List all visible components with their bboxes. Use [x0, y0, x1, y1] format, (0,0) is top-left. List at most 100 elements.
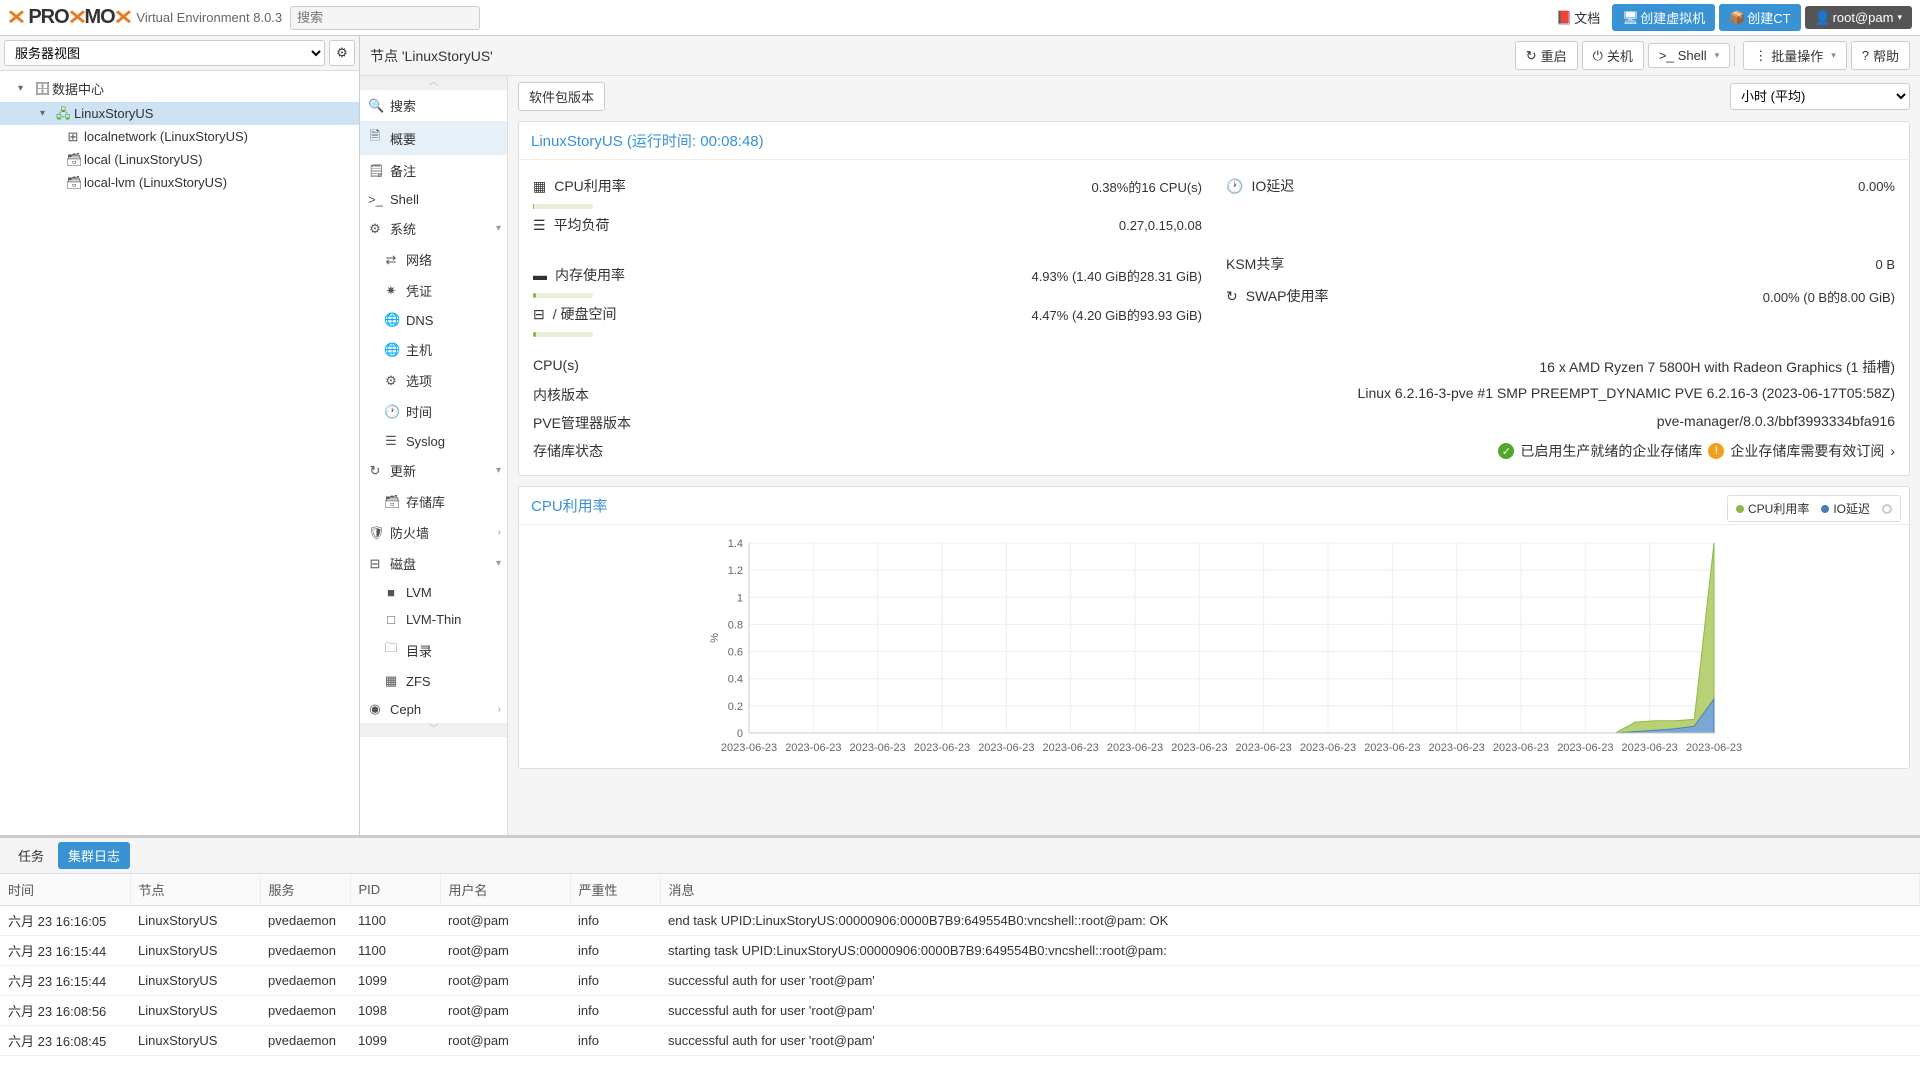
tab-cluster-log[interactable]: 集群日志: [58, 842, 130, 869]
help-button[interactable]: ? 帮助: [1851, 41, 1910, 70]
square-outline-icon: □: [384, 612, 398, 627]
legend-toggle-icon[interactable]: [1882, 504, 1892, 514]
col-sev[interactable]: 严重性: [570, 874, 660, 906]
col-service[interactable]: 服务: [260, 874, 350, 906]
chevron-down-icon: ▾: [1897, 12, 1902, 23]
tree-datacenter[interactable]: ▾ 🗄 数据中心: [0, 75, 359, 102]
help-icon: ?: [1862, 48, 1869, 63]
check-icon: ✓: [1498, 443, 1514, 459]
reboot-button[interactable]: ↻ 重启: [1515, 41, 1578, 70]
sidemenu-dns[interactable]: 🌐DNS: [360, 306, 507, 334]
sidemenu-updates[interactable]: ↻更新▾: [360, 455, 507, 486]
svg-text:2023-06-23: 2023-06-23: [1236, 742, 1292, 754]
tree-label: localnetwork (LinuxStoryUS): [84, 129, 248, 144]
status-disk-row: ⊟/ 硬盘空间 4.47% (4.20 GiB的93.93 GiB): [533, 298, 1202, 330]
sidemenu-network[interactable]: ⇄网络: [360, 244, 507, 275]
log-cell-time: 六月 23 16:15:44: [0, 936, 130, 966]
sidemenu-firewall[interactable]: 🛡防火墙›: [360, 517, 507, 548]
expand-icon: ▾: [40, 108, 52, 120]
log-row[interactable]: 六月 23 16:15:44LinuxStoryUSpvedaemon1099r…: [0, 966, 1920, 996]
create-ct-button[interactable]: 📦 创建CT: [1719, 4, 1800, 31]
sidemenu-lvm[interactable]: ■LVM: [360, 579, 507, 606]
legend-io[interactable]: IO延迟: [1821, 500, 1870, 517]
tree-label: local (LinuxStoryUS): [84, 152, 203, 167]
collapse-handle[interactable]: ︿: [360, 76, 507, 90]
sidemenu-hosts[interactable]: 🌐主机: [360, 334, 507, 365]
bulk-actions-button[interactable]: ⋮ 批量操作 ▾: [1743, 41, 1847, 70]
globe-icon: 🌐: [384, 342, 398, 358]
box-icon: 🗃: [384, 494, 398, 510]
doc-link[interactable]: 📕 文档: [1548, 5, 1608, 30]
sidemenu-label: 时间: [406, 402, 432, 421]
timerange-select[interactable]: 小时 (平均): [1730, 83, 1910, 110]
sidemenu-time[interactable]: 🕐时间: [360, 396, 507, 427]
repo-status[interactable]: ✓ 已启用生产就绪的企业存储库 ! 企业存储库需要有效订阅 ›: [1498, 441, 1895, 461]
header-search-input[interactable]: [290, 6, 480, 30]
disk-value: 4.47% (4.20 GiB的93.93 GiB): [1031, 305, 1202, 324]
svg-text:2023-06-23: 2023-06-23: [1429, 742, 1485, 754]
sidemenu-lvmthin[interactable]: □LVM-Thin: [360, 606, 507, 633]
sidemenu-search[interactable]: 🔍搜索: [360, 90, 507, 121]
view-select[interactable]: 服务器视图: [4, 40, 325, 66]
sidemenu-notes[interactable]: 🗒备注: [360, 155, 507, 186]
collapse-handle-bottom[interactable]: ﹀: [360, 723, 507, 737]
pkg-versions-button[interactable]: 软件包版本: [518, 82, 605, 111]
info-rows: CPU(s)16 x AMD Ryzen 7 5800H with Radeon…: [533, 353, 1895, 465]
sidemenu-summary[interactable]: 🗎 概要: [360, 121, 507, 155]
sidemenu-directory[interactable]: 🗀目录: [360, 633, 507, 667]
col-node[interactable]: 节点: [130, 874, 260, 906]
tree-local[interactable]: 🗃 local (LinuxStoryUS): [0, 148, 359, 171]
sidemenu-label: 凭证: [406, 281, 432, 300]
summary-icon: 🗎: [368, 127, 382, 149]
shell-button[interactable]: >_ Shell ▾: [1648, 43, 1730, 68]
create-vm-button[interactable]: 🖥 创建虚拟机: [1612, 4, 1715, 31]
bars-icon: ☰: [533, 217, 546, 234]
col-pid[interactable]: PID: [350, 874, 440, 906]
log-cell-time: 六月 23 16:08:56: [0, 996, 130, 1026]
col-msg[interactable]: 消息: [660, 874, 1920, 906]
sidemenu-repos[interactable]: 🗃存储库: [360, 486, 507, 517]
sidemenu-zfs[interactable]: ▦ZFS: [360, 667, 507, 695]
sidemenu-syslog[interactable]: ☰Syslog: [360, 427, 507, 455]
log-row[interactable]: 六月 23 16:08:56LinuxStoryUSpvedaemon1098r…: [0, 996, 1920, 1026]
sidemenu-options[interactable]: ⚙选项: [360, 365, 507, 396]
sidemenu-label: 备注: [390, 161, 416, 180]
help-label: 帮助: [1873, 46, 1899, 65]
log-row[interactable]: 六月 23 16:16:05LinuxStoryUSpvedaemon1100r…: [0, 906, 1920, 936]
tree-settings-button[interactable]: ⚙: [329, 40, 355, 66]
sidemenu-shell[interactable]: >_Shell: [360, 186, 507, 213]
svg-text:2023-06-23: 2023-06-23: [914, 742, 970, 754]
log-cell-user: root@pam: [440, 996, 570, 1026]
svg-text:2023-06-23: 2023-06-23: [978, 742, 1034, 754]
sidemenu-system[interactable]: ⚙系统▾: [360, 213, 507, 244]
svg-text:2023-06-23: 2023-06-23: [785, 742, 841, 754]
sidemenu-disks[interactable]: ⊟磁盘▾: [360, 548, 507, 579]
sidemenu-ceph[interactable]: ◉Ceph›: [360, 695, 507, 723]
sidemenu-label: 磁盘: [390, 554, 416, 573]
log-cell-msg: successful auth for user 'root@pam': [660, 996, 1920, 1026]
tree-node-linuxstoryus[interactable]: ▾ 🖧 LinuxStoryUS: [0, 102, 359, 125]
disk-bar: [533, 332, 593, 337]
sidemenu-label: 概要: [390, 129, 416, 148]
log-row[interactable]: 六月 23 16:15:44LinuxStoryUSpvedaemon1100r…: [0, 936, 1920, 966]
header-search-wrap: [290, 6, 480, 30]
col-time[interactable]: 时间: [0, 874, 130, 906]
shutdown-button[interactable]: ⏻ 关机: [1582, 41, 1644, 70]
log-cell-user: root@pam: [440, 1026, 570, 1056]
svg-text:0.2: 0.2: [728, 701, 743, 713]
product-version: Virtual Environment 8.0.3: [136, 10, 282, 25]
kernel-label: 内核版本: [533, 385, 589, 405]
svg-text:1: 1: [737, 592, 743, 604]
svg-text:2023-06-23: 2023-06-23: [721, 742, 777, 754]
chevron-down-icon: ▾: [1831, 50, 1836, 61]
user-menu-button[interactable]: 👤 root@pam ▾: [1805, 6, 1912, 29]
col-user[interactable]: 用户名: [440, 874, 570, 906]
cpu-label: CPU利用率: [554, 176, 626, 196]
tree-localnetwork[interactable]: ⊞ localnetwork (LinuxStoryUS): [0, 125, 359, 148]
sidemenu-certificates[interactable]: ✷凭证: [360, 275, 507, 306]
tab-tasks[interactable]: 任务: [8, 842, 54, 869]
legend-cpu[interactable]: CPU利用率: [1736, 500, 1809, 517]
log-row[interactable]: 六月 23 16:08:45LinuxStoryUSpvedaemon1099r…: [0, 1026, 1920, 1056]
tree-local-lvm[interactable]: 🗃 local-lvm (LinuxStoryUS): [0, 171, 359, 194]
log-cell-time: 六月 23 16:08:45: [0, 1026, 130, 1056]
